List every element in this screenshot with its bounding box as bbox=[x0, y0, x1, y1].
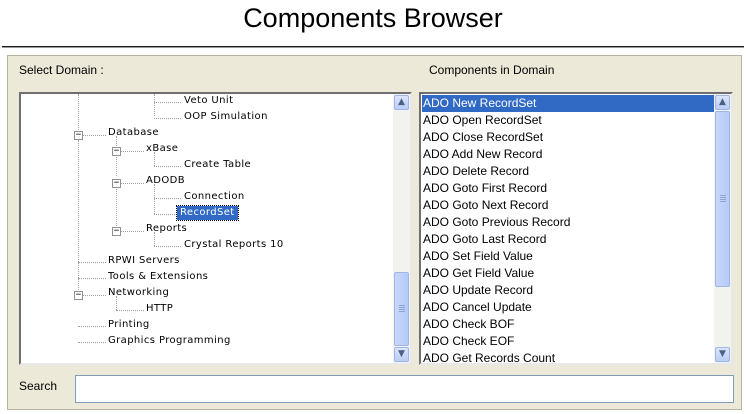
component-item[interactable]: ADO Goto Next Record bbox=[422, 197, 715, 214]
tree-scroll-up-icon[interactable]: ▲ bbox=[394, 95, 409, 110]
component-item[interactable]: ADO Check EOF bbox=[422, 333, 715, 350]
component-item[interactable]: ADO Check BOF bbox=[422, 316, 715, 333]
component-item[interactable]: ADO Get Records Count bbox=[422, 350, 715, 363]
collapse-adodb-icon[interactable]: − bbox=[112, 179, 121, 188]
tree-node-rpwi-servers[interactable]: RPWI Servers bbox=[108, 254, 180, 268]
component-item[interactable]: ADO Cancel Update bbox=[422, 299, 715, 316]
component-item[interactable]: ADO Set Field Value bbox=[422, 248, 715, 265]
components-scroll-up-icon[interactable]: ▲ bbox=[715, 95, 730, 110]
tree-node-database[interactable]: Database bbox=[108, 126, 159, 140]
tree-node-reports[interactable]: Reports bbox=[146, 222, 187, 236]
tree-node-printing[interactable]: Printing bbox=[108, 318, 150, 332]
component-item[interactable]: ADO Close RecordSet bbox=[422, 129, 715, 146]
tree-node-adodb[interactable]: ADODB bbox=[146, 174, 185, 188]
window-title: Components Browser bbox=[243, 3, 503, 33]
tree-scroll-down-icon[interactable]: ▼ bbox=[394, 347, 409, 362]
tree-node-networking[interactable]: Networking bbox=[108, 286, 169, 300]
title-divider-shadow bbox=[2, 47, 744, 48]
component-item[interactable]: ADO Update Record bbox=[422, 282, 715, 299]
components-in-domain-label: Components in Domain bbox=[429, 63, 555, 77]
domain-tree[interactable]: Veto Unit OOP Simulation Database xBase … bbox=[19, 92, 412, 365]
component-item[interactable]: ADO New RecordSet bbox=[422, 95, 715, 112]
tree-node-xbase[interactable]: xBase bbox=[146, 142, 178, 156]
tree-node-http[interactable]: HTTP bbox=[146, 302, 173, 316]
components-scroll-thumb[interactable] bbox=[715, 111, 730, 287]
search-label: Search bbox=[19, 379, 58, 393]
collapse-xbase-icon[interactable]: − bbox=[112, 147, 121, 156]
tree-scroll-thumb[interactable] bbox=[394, 272, 409, 346]
collapse-reports-icon[interactable]: − bbox=[112, 227, 121, 236]
tree-node-connection[interactable]: Connection bbox=[184, 190, 245, 204]
component-item[interactable]: ADO Goto Previous Record bbox=[422, 214, 715, 231]
tree-node-crystal-reports-10[interactable]: Crystal Reports 10 bbox=[184, 238, 284, 252]
tree-node-create-table[interactable]: Create Table bbox=[184, 158, 251, 172]
tree-node-oop-simulation[interactable]: OOP Simulation bbox=[184, 110, 268, 124]
components-scroll-down-icon[interactable]: ▼ bbox=[715, 347, 730, 362]
title-bar: Components Browser bbox=[0, 0, 746, 48]
component-item[interactable]: ADO Get Field Value bbox=[422, 265, 715, 282]
tree-node-veto-unit[interactable]: Veto Unit bbox=[184, 94, 233, 108]
tree-node-recordset[interactable]: RecordSet bbox=[176, 205, 239, 221]
component-item[interactable]: ADO Open RecordSet bbox=[422, 112, 715, 129]
components-scrollbar[interactable]: ▲ ▼ bbox=[714, 94, 731, 363]
tree-node-graphics-programming[interactable]: Graphics Programming bbox=[108, 334, 231, 348]
collapse-networking-icon[interactable]: − bbox=[74, 291, 83, 300]
components-list[interactable]: ADO New RecordSet ADO Open RecordSet ADO C… bbox=[419, 92, 733, 365]
collapse-database-icon[interactable]: − bbox=[74, 131, 83, 140]
tree-node-tools-extensions[interactable]: Tools & Extensions bbox=[108, 270, 208, 284]
search-input[interactable] bbox=[75, 375, 734, 403]
component-item[interactable]: ADO Add New Record bbox=[422, 146, 715, 163]
component-item[interactable]: ADO Goto Last Record bbox=[422, 231, 715, 248]
tree-scrollbar[interactable]: ▲ ▼ bbox=[393, 94, 410, 363]
component-item[interactable]: ADO Goto First Record bbox=[422, 180, 715, 197]
component-item[interactable]: ADO Delete Record bbox=[422, 163, 715, 180]
select-domain-label: Select Domain : bbox=[19, 63, 104, 77]
